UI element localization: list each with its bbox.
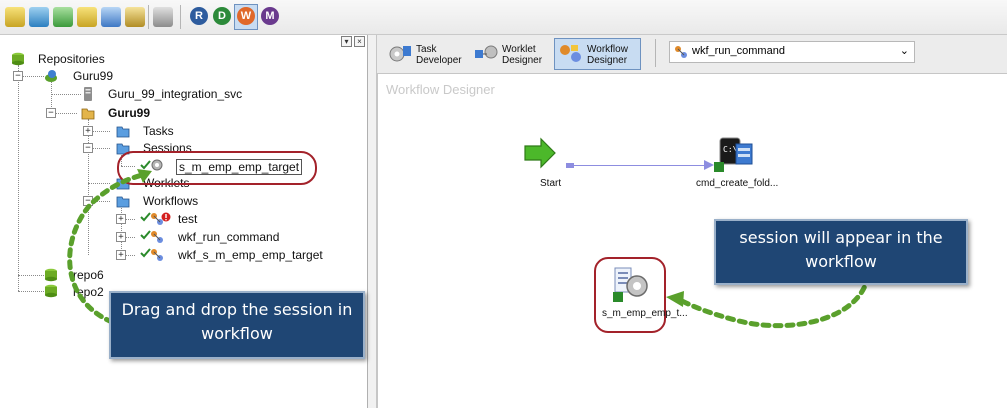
annotation-callout-session-appear: session will appear in the workflow — [714, 219, 968, 285]
annotation-callout-drag-drop: Drag and drop the session in workflow — [109, 291, 365, 359]
